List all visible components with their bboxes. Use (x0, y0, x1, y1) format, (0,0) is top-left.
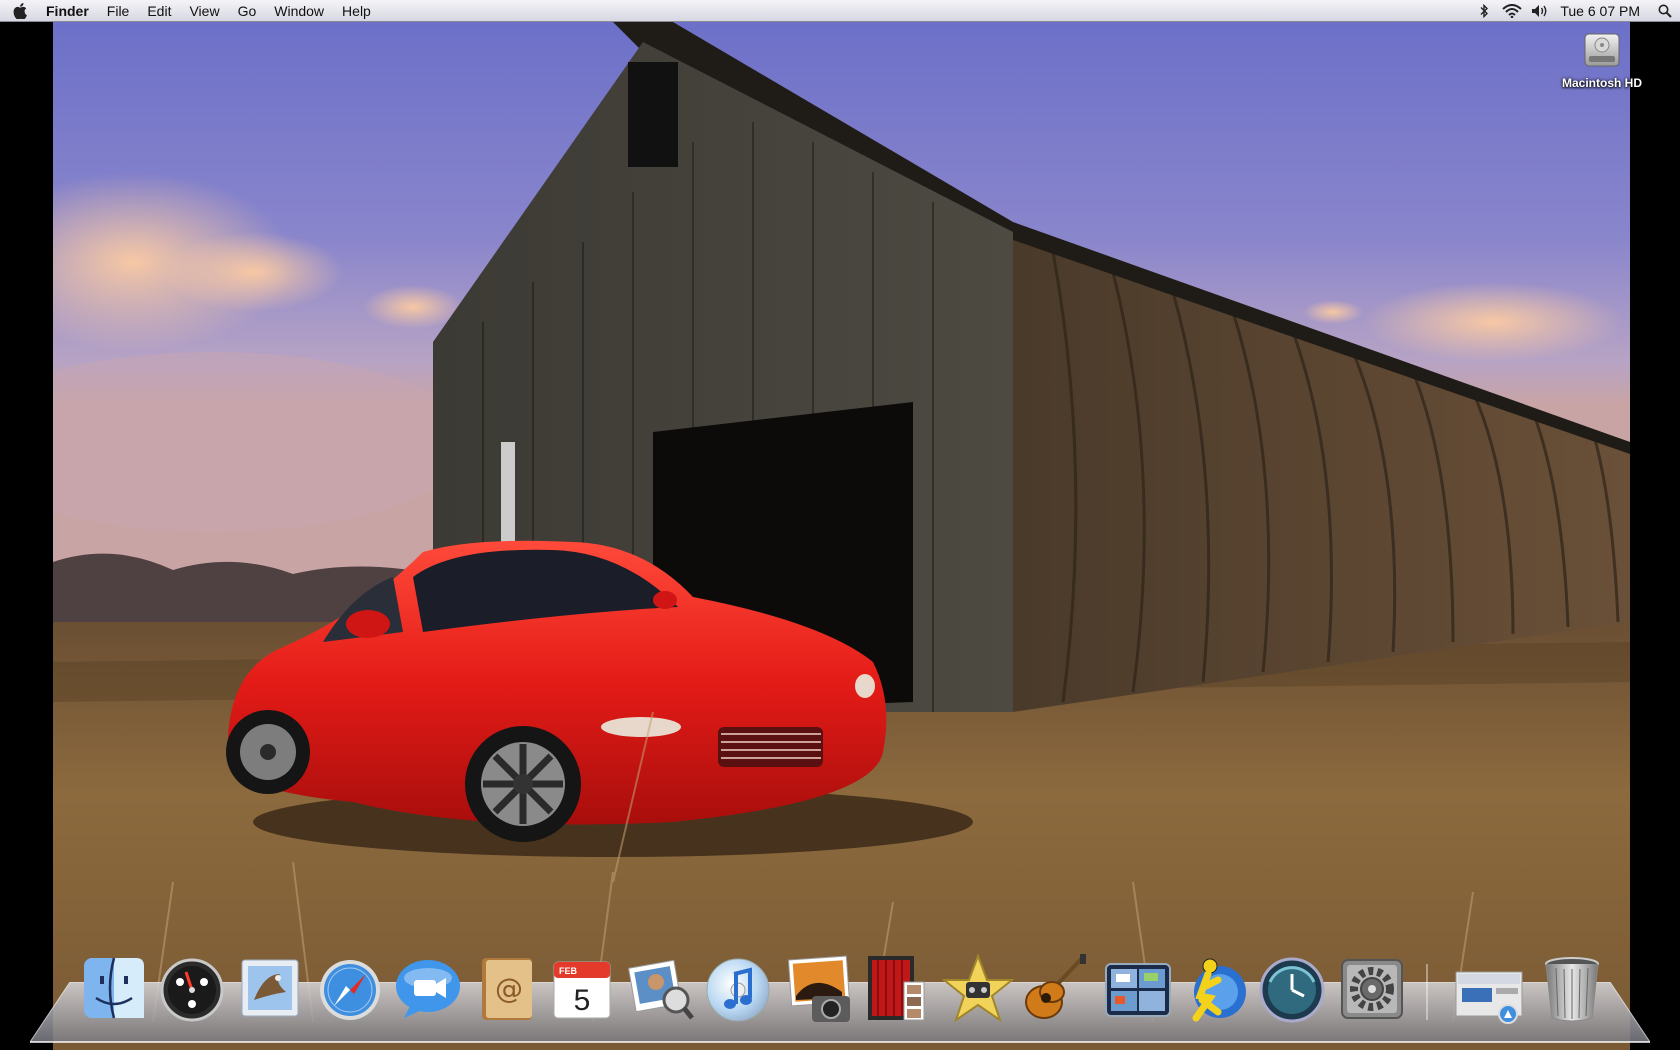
dock-preview[interactable] (624, 952, 696, 1024)
menu-app-finder[interactable]: Finder (40, 0, 98, 22)
ical-month: FEB (559, 966, 578, 976)
ical-icon: FEB 5 (553, 961, 611, 1019)
dock-dashboard[interactable] (156, 952, 228, 1024)
menu-bar: Finder File Edit View Go Window Help Tue… (0, 0, 1680, 22)
dashboard-icon (160, 958, 224, 1022)
finder-icon (84, 957, 144, 1019)
wifi-icon[interactable] (1498, 0, 1526, 22)
volume-icon[interactable] (1526, 0, 1554, 22)
dock-system-preferences[interactable] (1336, 952, 1408, 1024)
menu-go[interactable]: Go (229, 0, 266, 22)
aim-icon (1192, 958, 1246, 1022)
mail-icon (241, 959, 299, 1017)
apple-menu-button[interactable] (0, 0, 40, 22)
dock-finder[interactable] (78, 952, 150, 1024)
ical-day: 5 (574, 984, 591, 1017)
dock-ichat[interactable] (392, 952, 464, 1024)
dock-address-book[interactable]: @ (470, 952, 542, 1024)
system-preferences-icon (1341, 959, 1403, 1019)
menu-extras: Tue 6 07 PM (1470, 0, 1680, 22)
address-book-icon: @ (482, 958, 532, 1020)
dock-garageband[interactable] (1018, 952, 1090, 1024)
photo-booth-icon (868, 956, 925, 1021)
menu-clock[interactable]: Tue 6 07 PM (1554, 0, 1650, 22)
desktop-icon-label: Macintosh HD (1561, 76, 1642, 90)
dock-mail[interactable] (234, 952, 306, 1024)
spotlight-search-icon[interactable] (1650, 0, 1680, 22)
safari-icon (320, 960, 380, 1020)
dock-aim[interactable] (1180, 952, 1252, 1024)
menu-help[interactable]: Help (333, 0, 380, 22)
menu-window[interactable]: Window (265, 0, 333, 22)
dock: @ FEB 5 (0, 952, 1680, 1032)
bluetooth-icon[interactable] (1470, 0, 1498, 22)
desktop-wallpaper (53, 22, 1630, 1050)
svg-text:@: @ (495, 972, 523, 1005)
iphoto-icon (787, 955, 851, 1022)
desktop-icon-macintosh-hd[interactable]: Macintosh HD (1556, 28, 1648, 90)
ichat-icon (396, 960, 460, 1018)
preview-icon (627, 959, 694, 1020)
downloads-stack-icon (1455, 971, 1523, 1024)
dock-trash[interactable] (1536, 952, 1608, 1024)
wallpaper-image (53, 22, 1630, 1050)
garageband-icon (1025, 954, 1086, 1019)
dock-imovie[interactable] (942, 952, 1014, 1024)
dock-iphoto[interactable] (784, 952, 856, 1024)
trash-icon (1545, 957, 1599, 1022)
dock-safari[interactable] (314, 952, 386, 1024)
itunes-icon (706, 958, 770, 1022)
dock-ical[interactable]: FEB 5 (546, 952, 618, 1024)
dock-time-machine[interactable] (1256, 952, 1328, 1024)
desktop (0, 0, 1680, 1050)
menu-view[interactable]: View (180, 0, 228, 22)
dock-downloads-stack[interactable] (1452, 952, 1524, 1024)
time-machine-icon (1259, 957, 1325, 1023)
hard-drive-icon (1580, 28, 1624, 72)
imovie-icon (942, 953, 1014, 1023)
dock-spaces[interactable] (1102, 952, 1174, 1024)
spaces-icon (1105, 963, 1171, 1017)
dock-itunes[interactable] (702, 952, 774, 1024)
dock-photo-booth[interactable] (860, 952, 932, 1024)
menu-edit[interactable]: Edit (138, 0, 180, 22)
apple-logo-icon (13, 2, 27, 19)
dock-separator (1426, 964, 1428, 1020)
menu-file[interactable]: File (98, 0, 139, 22)
